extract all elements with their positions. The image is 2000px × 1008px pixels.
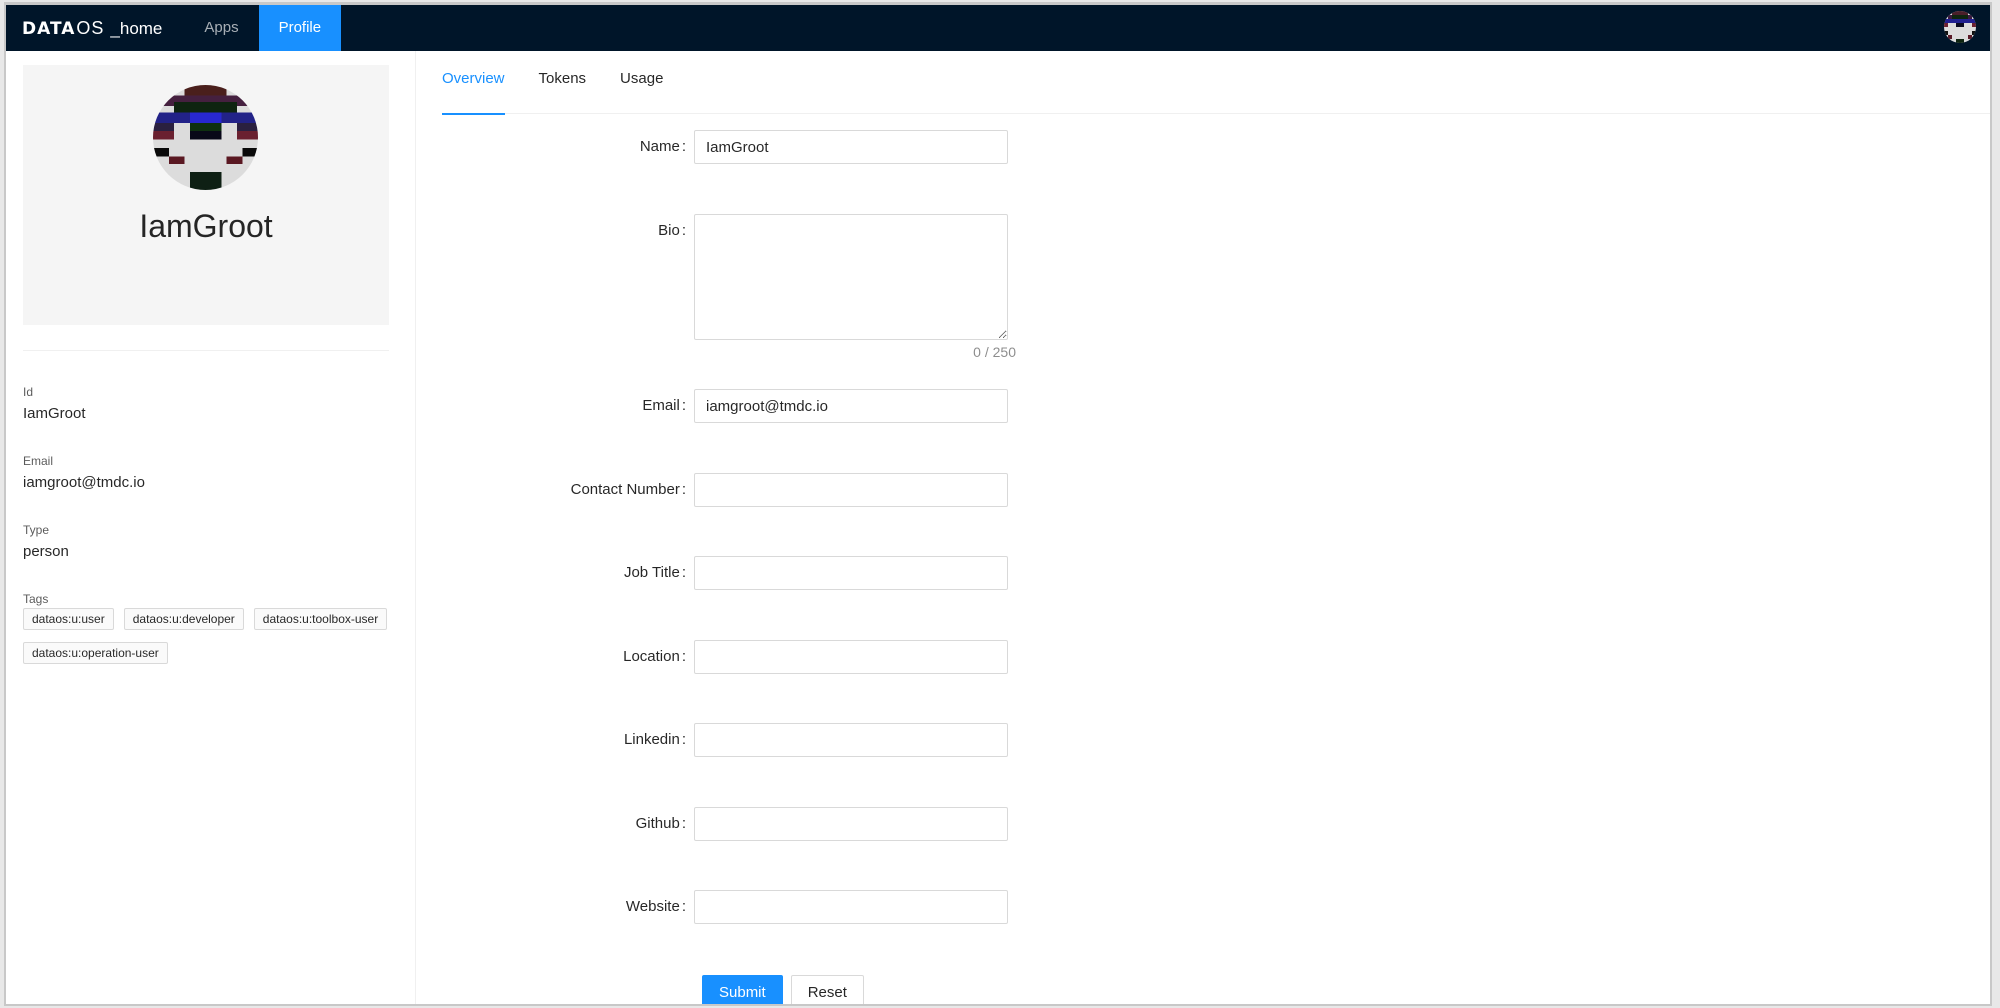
tab-tokens[interactable]: Tokens [539, 51, 587, 114]
name-input[interactable] [694, 130, 1008, 164]
id-label: Id [23, 385, 34, 399]
type-label: Type [23, 523, 50, 537]
nav-item-apps[interactable]: Apps [184, 5, 258, 51]
form-row-linkedin: Linkedin: [418, 723, 1018, 757]
email-value: iamgroot@tmdc.io [23, 474, 145, 491]
type-value: person [23, 543, 69, 560]
form-row-contact: Contact Number: [418, 473, 1018, 507]
job-title-label: Job Title: [623, 564, 686, 581]
name-label: Name: [639, 138, 686, 155]
tag: dataos:u:toolbox-user [253, 608, 388, 630]
bio-textarea[interactable] [694, 214, 1008, 340]
email-field-label: Email: [642, 397, 686, 414]
tag: dataos:u:operation-user [23, 642, 168, 664]
linkedin-label: Linkedin: [623, 731, 686, 748]
sidebar-divider [23, 350, 389, 351]
email-label: Email [23, 454, 54, 468]
main-nav: Apps Profile [184, 5, 342, 51]
bio-label: Bio: [658, 222, 686, 239]
location-input[interactable] [694, 640, 1008, 674]
form-actions: Submit Reset [702, 975, 864, 1004]
logo-brand: DATA [22, 18, 76, 39]
website-label: Website: [625, 898, 686, 915]
bio-char-counter: 0 / 250 [973, 344, 1016, 360]
contact-label: Contact Number: [570, 481, 686, 498]
top-navbar: DATA OS _home Apps Profile [6, 5, 1990, 51]
profile-name: IamGroot [139, 208, 273, 244]
workspace-name: _home [110, 18, 163, 38]
github-label: Github: [635, 815, 686, 832]
nav-item-profile[interactable]: Profile [258, 5, 342, 51]
form-row-job-title: Job Title: [418, 556, 1018, 590]
detail-type: Type person [23, 523, 69, 560]
submit-button[interactable]: Submit [702, 975, 783, 1004]
linkedin-input[interactable] [694, 723, 1008, 757]
user-avatar-icon[interactable] [1944, 11, 1976, 43]
form-row-email: Email: [418, 389, 1018, 423]
profile-avatar-icon [153, 85, 258, 190]
contact-number-input[interactable] [694, 473, 1008, 507]
job-title-input[interactable] [694, 556, 1008, 590]
tag-list: dataos:u:user dataos:u:developer dataos:… [23, 608, 403, 664]
app-window: DATA OS _home Apps Profile IamGroot Id I… [4, 2, 1992, 1006]
form-row-website: Website: [418, 890, 1018, 924]
logo-os: OS [76, 17, 105, 38]
form-row-bio: Bio: 0 / 250 [418, 214, 1018, 374]
github-input[interactable] [694, 807, 1008, 841]
profile-sidebar: IamGroot Id IamGroot Email iamgroot@tmdc… [6, 51, 416, 1004]
tab-usage[interactable]: Usage [620, 51, 663, 114]
profile-tabs: Overview Tokens Usage [442, 51, 1990, 115]
id-value: IamGroot [23, 405, 86, 422]
location-label: Location: [623, 648, 686, 665]
form-row-github: Github: [418, 807, 1018, 841]
tag: dataos:u:developer [123, 608, 244, 630]
detail-tags: Tags [23, 592, 48, 606]
profile-card: IamGroot [23, 65, 389, 325]
tab-overview[interactable]: Overview [442, 51, 505, 115]
reset-button[interactable]: Reset [790, 975, 864, 1004]
form-row-name: Name: [418, 130, 1018, 164]
form-row-location: Location: [418, 640, 1018, 674]
tag: dataos:u:user [23, 608, 114, 630]
dataos-logo[interactable]: DATA OS _home [22, 18, 162, 39]
website-input[interactable] [694, 890, 1008, 924]
profile-main: Overview Tokens Usage Name: Bio: 0 / 250… [418, 51, 1990, 1004]
detail-id: Id IamGroot [23, 385, 86, 422]
tags-label: Tags [23, 592, 49, 606]
detail-email: Email iamgroot@tmdc.io [23, 454, 145, 491]
email-input[interactable] [694, 389, 1008, 423]
